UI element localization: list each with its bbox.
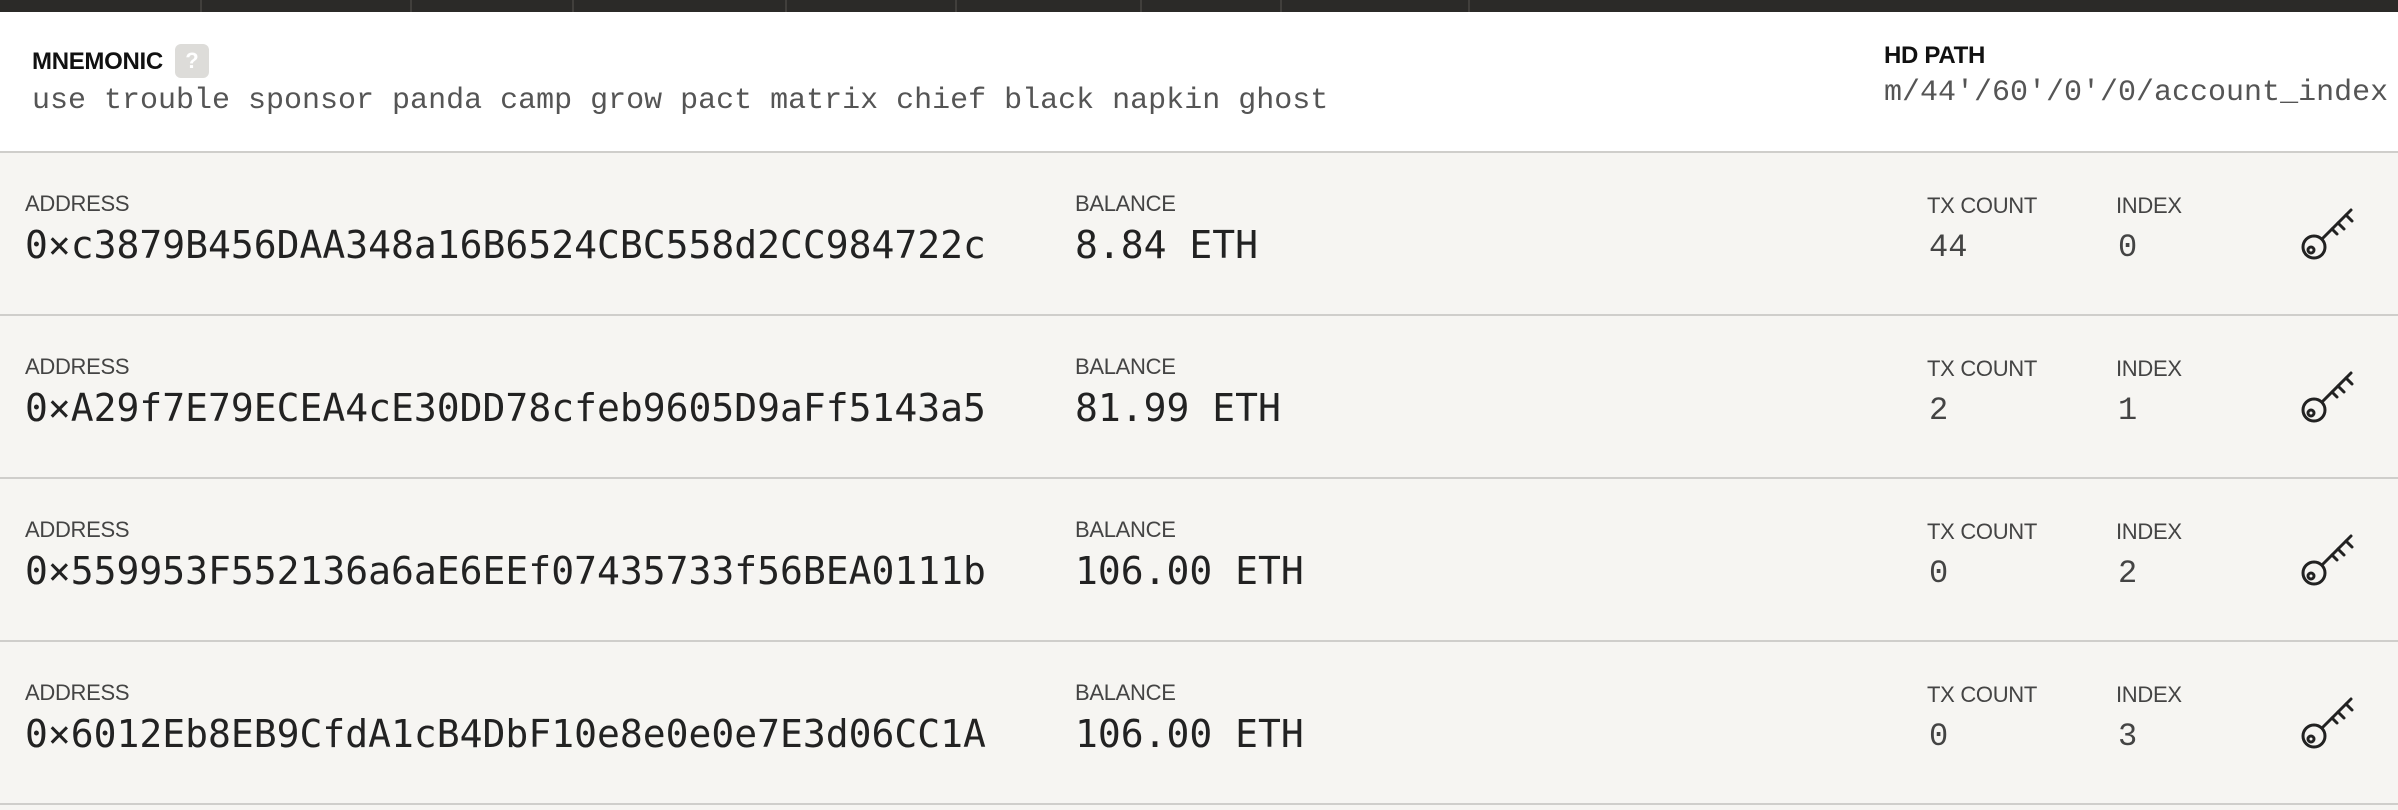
- key-icon: [2301, 534, 2354, 586]
- show-keys-button[interactable]: [2290, 358, 2366, 434]
- show-keys-button[interactable]: [2290, 684, 2366, 760]
- hd-path-label: HD PATH: [1884, 42, 1986, 69]
- nav-divider: [955, 0, 957, 12]
- nav-divider: [410, 0, 412, 12]
- tx-count-value: 0: [1929, 555, 1949, 592]
- show-keys-button[interactable]: [2290, 195, 2366, 271]
- index-label: INDEX: [2116, 193, 2182, 218]
- tx-count-label: TX COUNT: [1927, 356, 2038, 381]
- key-icon: [2301, 371, 2354, 423]
- address-value: 0×559953F552136a6aE6EEf07435733f56BEA011…: [25, 549, 986, 593]
- tx-count-label: TX COUNT: [1927, 519, 2038, 544]
- index-label: INDEX: [2116, 519, 2182, 544]
- index-value: 2: [2118, 555, 2138, 592]
- nav-divider: [1468, 0, 1470, 12]
- index-value: 3: [2118, 718, 2138, 755]
- hd-path-value: m/44'/60'/0'/0/account_index: [1884, 76, 2389, 110]
- account-row: ADDRESS 0×6012Eb8EB9CfdA1cB4DbF10e8e0e0e…: [0, 642, 2398, 805]
- tx-count-value: 2: [1929, 392, 1949, 429]
- account-row: ADDRESS 0×559953F552136a6aE6EEf07435733f…: [0, 479, 2398, 642]
- address-value: 0×6012Eb8EB9CfdA1cB4DbF10e8e0e0e7E3d06CC…: [25, 712, 986, 756]
- index-label: INDEX: [2116, 356, 2182, 381]
- show-keys-button[interactable]: [2290, 521, 2366, 597]
- nav-divider: [1140, 0, 1142, 12]
- tx-count-label: TX COUNT: [1927, 682, 2038, 707]
- top-nav-bar: [0, 0, 2398, 12]
- tx-count-label: TX COUNT: [1927, 193, 2038, 218]
- balance-label: BALANCE: [1075, 191, 1176, 216]
- balance-label: BALANCE: [1075, 354, 1176, 379]
- balance-value: 81.99 ETH: [1075, 386, 1281, 430]
- account-row: ADDRESS 0×c3879B456DAA348a16B6524CBC558d…: [0, 153, 2398, 316]
- balance-value: 106.00 ETH: [1075, 549, 1304, 593]
- address-value: 0×c3879B456DAA348a16B6524CBC558d2CC98472…: [25, 223, 986, 267]
- address-label: ADDRESS: [25, 517, 130, 542]
- nav-divider: [572, 0, 574, 12]
- balance-value: 106.00 ETH: [1075, 712, 1304, 756]
- account-row: ADDRESS 0×A29f7E79ECEA4cE30DD78cfeb9605D…: [0, 316, 2398, 479]
- index-value: 1: [2118, 392, 2138, 429]
- help-icon[interactable]: ?: [175, 44, 209, 78]
- nav-divider: [200, 0, 202, 12]
- address-label: ADDRESS: [25, 191, 130, 216]
- tx-count-value: 44: [1929, 229, 1968, 266]
- index-label: INDEX: [2116, 682, 2182, 707]
- index-value: 0: [2118, 229, 2138, 266]
- nav-divider: [785, 0, 787, 12]
- mnemonic-words: use trouble sponsor panda camp grow pact…: [32, 84, 1329, 118]
- balance-value: 8.84 ETH: [1075, 223, 1259, 267]
- tx-count-value: 0: [1929, 718, 1949, 755]
- address-value: 0×A29f7E79ECEA4cE30DD78cfeb9605D9aFf5143…: [25, 386, 986, 430]
- address-label: ADDRESS: [25, 680, 130, 705]
- key-icon: [2301, 697, 2354, 749]
- key-icon: [2301, 208, 2354, 260]
- nav-divider: [1280, 0, 1282, 12]
- mnemonic-label: MNEMONIC: [32, 48, 163, 75]
- balance-label: BALANCE: [1075, 517, 1176, 542]
- address-label: ADDRESS: [25, 354, 130, 379]
- mnemonic-panel: MNEMONIC ? use trouble sponsor panda cam…: [0, 12, 2398, 153]
- balance-label: BALANCE: [1075, 680, 1176, 705]
